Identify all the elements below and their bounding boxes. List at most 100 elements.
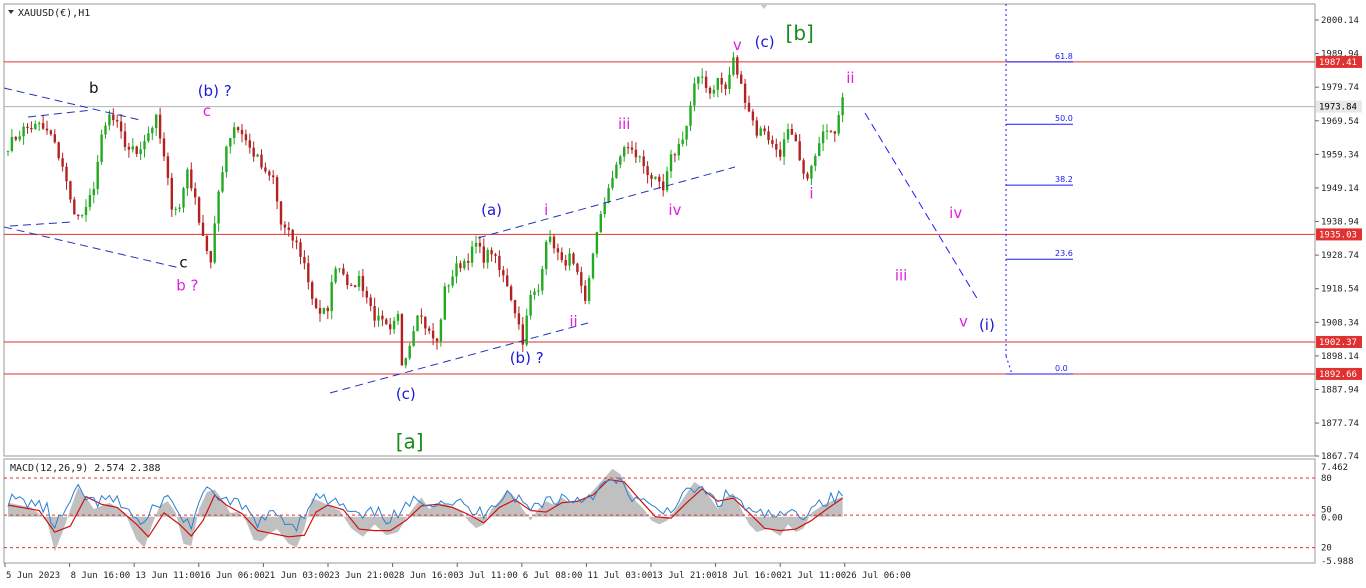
wave-label: iii <box>895 267 908 285</box>
candle-body <box>541 269 544 291</box>
candle-body <box>509 286 513 301</box>
price-axis-label: 1949.14 <box>1321 184 1359 194</box>
fib-label-0.0: 0.0 <box>1055 364 1068 373</box>
time-axis-label: 8 Jun 16:00 <box>71 571 131 581</box>
candle-body <box>268 171 271 176</box>
price-axis-label: 1979.74 <box>1321 83 1359 93</box>
candle-body <box>162 138 166 157</box>
candle-body <box>521 324 524 345</box>
wave-label: i <box>809 184 813 202</box>
candle-body <box>30 127 33 130</box>
candle-body <box>638 156 641 158</box>
candle-body <box>736 57 739 75</box>
candle-body <box>533 291 536 295</box>
candle-body <box>595 232 599 254</box>
candle-body <box>14 137 17 140</box>
candle-body <box>771 140 774 144</box>
candle-body <box>467 260 470 263</box>
candle-body <box>728 74 731 89</box>
candle-body <box>260 154 263 168</box>
candle-body <box>701 76 704 78</box>
candle-body <box>22 126 25 137</box>
candle-body <box>205 235 209 251</box>
indicator-label: MACD(12,26,9) 2.574 2.388 <box>10 463 161 474</box>
price-axis-label: 1918.54 <box>1321 285 1359 295</box>
indicator-axis-label: 7.462 <box>1321 463 1348 473</box>
candle-body <box>825 130 829 132</box>
candle-body <box>751 111 755 121</box>
wave-label: ii <box>846 69 854 87</box>
candle-body <box>373 305 376 321</box>
price-axis-label: 1908.34 <box>1321 318 1359 328</box>
candle-body <box>158 114 162 139</box>
candle-body <box>786 129 790 140</box>
candle-body <box>166 156 170 178</box>
price-axis-label: 1898.14 <box>1321 352 1359 362</box>
candle-body <box>779 149 782 157</box>
candle-body <box>10 137 14 151</box>
candle-body <box>104 125 107 135</box>
candle-body <box>517 313 521 325</box>
candle-body <box>229 138 232 147</box>
candle-body <box>365 290 368 298</box>
candle-body <box>57 142 60 159</box>
candle-body <box>486 250 489 263</box>
candle-body <box>34 124 37 130</box>
price-axis-label: 1969.54 <box>1321 117 1359 127</box>
candle-body <box>435 338 439 342</box>
time-axis-label: 18 Jul 16:00 <box>717 571 782 581</box>
candle-body <box>697 76 700 84</box>
time-axis-label: 13 Jul 21:00 <box>652 571 717 581</box>
candle-body <box>303 256 306 264</box>
candle-body <box>322 307 326 314</box>
candle-body <box>330 282 333 312</box>
indicator-axis-label: 20 <box>1321 544 1332 554</box>
candle-body <box>240 129 244 135</box>
candle-body <box>213 223 216 263</box>
candle-body <box>6 150 10 152</box>
candle-body <box>73 199 76 215</box>
candle-body <box>350 285 353 287</box>
candle-body <box>404 358 407 366</box>
candle-body <box>392 320 396 330</box>
wave-label: iii <box>618 115 631 133</box>
candle-body <box>389 324 392 330</box>
candle-body <box>548 236 552 242</box>
candle-body <box>338 268 341 270</box>
candle-body <box>439 319 443 342</box>
candle-body <box>759 128 762 136</box>
candle-body <box>41 123 45 129</box>
candle-body <box>490 250 493 255</box>
candle-body <box>248 140 251 148</box>
candle-body <box>318 308 322 314</box>
candle-body <box>724 84 727 89</box>
candle-body <box>704 76 708 88</box>
price-axis-label: 1938.94 <box>1321 218 1359 228</box>
time-axis-label: 21 Jun 03:00 <box>264 571 329 581</box>
candle-body <box>732 57 735 75</box>
candle-body <box>794 134 797 142</box>
candle-body <box>463 260 466 269</box>
candle-body <box>716 78 719 90</box>
candle-body <box>603 202 606 215</box>
candle-body <box>424 316 427 329</box>
candle-body <box>474 242 478 247</box>
candle-body <box>65 166 68 182</box>
candle-body <box>88 195 92 208</box>
level-tag-1892.66: 1892.66 <box>1319 370 1357 380</box>
candle-body <box>225 146 228 173</box>
candle-body <box>346 274 349 286</box>
candle-body <box>314 298 318 309</box>
indicator-axis-label: 0.00 <box>1321 513 1343 523</box>
candle-body <box>264 167 267 172</box>
time-axis-label: 21 Jul 11:00 <box>781 571 846 581</box>
candle-body <box>829 130 833 132</box>
candle-body <box>642 156 645 167</box>
candle-body <box>818 143 821 157</box>
candle-body <box>236 127 240 130</box>
price-axis-label: 1959.34 <box>1321 150 1359 160</box>
candle-body <box>611 177 614 188</box>
candle-body <box>459 263 462 269</box>
candle-body <box>49 130 53 135</box>
candle-body <box>513 300 517 314</box>
